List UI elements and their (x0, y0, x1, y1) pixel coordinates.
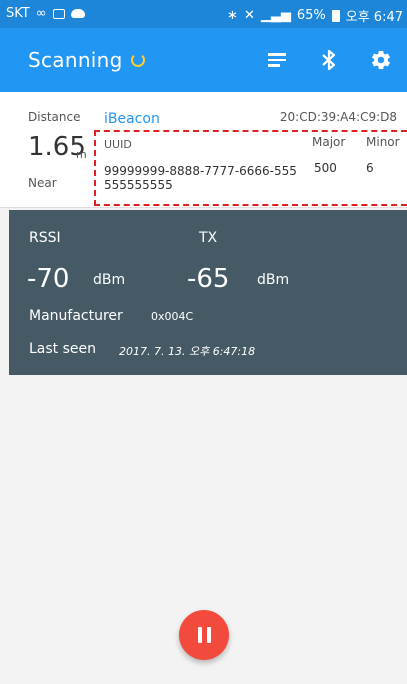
scanning-spinner-icon (130, 52, 145, 67)
manufacturer-value: 0x004C (151, 310, 194, 323)
rssi-value: -70 (27, 264, 70, 294)
bluetooth-button[interactable] (303, 28, 355, 92)
battery-percent: 65% (296, 8, 326, 23)
last-seen-value: 2017. 7. 13. 오후 6:47:18 (119, 345, 256, 358)
battery-icon (331, 9, 340, 22)
page-title: Scanning (28, 48, 145, 72)
mac-address: 20:CD:39:A4:C9:D8 (279, 110, 397, 124)
minor-value: 6 (366, 161, 374, 175)
beacon-card[interactable]: Distance 1.65 m Near iBeacon 20:CD:39:A4… (0, 92, 407, 208)
tx-label: TX (199, 230, 218, 246)
menu-icon (268, 50, 286, 70)
uuid-value: 99999999-8888-7777-6666-555555555555 (104, 164, 297, 192)
clock: 오후 6:47 (345, 10, 403, 25)
beacon-details-panel: RSSI TX -70 dBm -65 dBm Manufacturer 0x0… (9, 210, 407, 375)
bluetooth-icon (322, 49, 336, 71)
image-icon (52, 8, 65, 19)
status-bar: SKT ∞ ∗ ✕ ▁▃▅ 65% 오후 6:47 (0, 0, 407, 28)
uuid-label: UUID (104, 138, 132, 151)
settings-gear-icon (372, 50, 390, 70)
carrier-label: SKT (6, 6, 30, 21)
minor-label: Minor (366, 135, 400, 149)
major-label: Major (312, 135, 346, 149)
distance-label: Distance (28, 110, 81, 124)
manufacturer-label: Manufacturer (29, 308, 123, 324)
proximity-label: Near (28, 176, 57, 190)
distance-unit: m (76, 148, 87, 161)
mute-icon: ✕ (243, 8, 255, 23)
settings-button[interactable] (355, 28, 407, 92)
bluetooth-status-icon: ∗ (227, 8, 238, 23)
app-bar: Scanning (0, 28, 407, 92)
cloud-icon (70, 9, 85, 18)
pause-scan-button[interactable] (179, 610, 229, 660)
scanning-title: Scanning (28, 48, 123, 72)
major-value: 500 (314, 161, 337, 175)
menu-button[interactable] (251, 28, 303, 92)
tx-value: -65 (187, 264, 230, 294)
last-seen-label: Last seen (29, 341, 97, 357)
voicemail-icon: ∞ (35, 6, 47, 21)
tx-unit: dBm (257, 272, 290, 288)
rssi-unit: dBm (93, 272, 126, 288)
rssi-label: RSSI (29, 230, 61, 246)
pause-icon (197, 627, 211, 643)
signal-icon: ▁▃▅ (260, 8, 291, 23)
beacon-type: iBeacon (104, 111, 160, 127)
